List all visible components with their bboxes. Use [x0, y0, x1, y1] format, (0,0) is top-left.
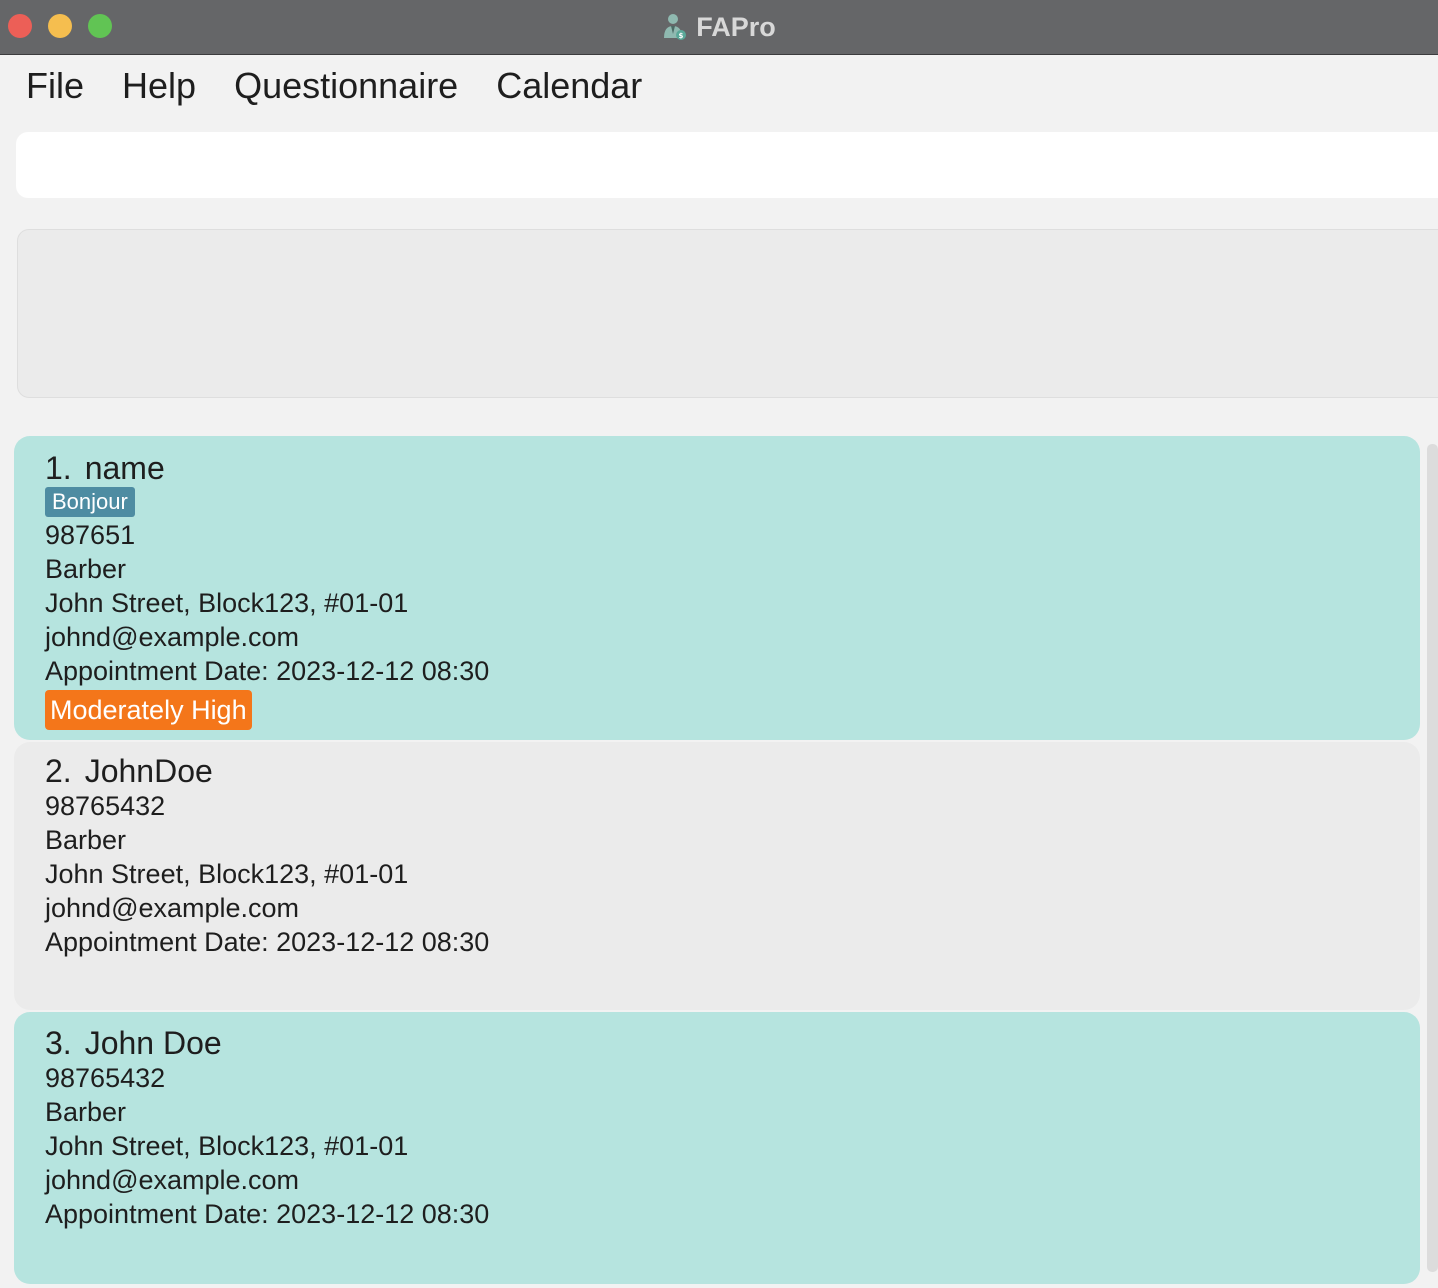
person-card[interactable]: 2. JohnDoe 98765432 Barber John Street, B…	[14, 742, 1420, 1010]
menu-help[interactable]: Help	[103, 65, 215, 107]
person-appointment: Appointment Date: 2023-12-12 08:30	[45, 1199, 490, 1229]
person-address: John Street, Block123, #01-01	[45, 588, 409, 618]
person-name: JohnDoe	[84, 753, 213, 789]
person-card[interactable]: 3. John Doe 98765432 Barber John Street, …	[14, 1012, 1420, 1284]
menu-file[interactable]: File	[0, 65, 103, 107]
person-occupation: Barber	[45, 1097, 127, 1127]
command-input[interactable]	[16, 132, 1438, 198]
person-address: John Street, Block123, #01-01	[45, 859, 409, 889]
title-bar: $ FAPro	[0, 0, 1438, 55]
person-name-line: 1. name	[45, 450, 1420, 486]
person-tag: Bonjour	[45, 487, 135, 517]
menu-bar: File Help Questionnaire Calendar	[0, 55, 1438, 117]
person-name: John Doe	[84, 1025, 222, 1061]
person-name-line: 3. John Doe	[45, 1025, 1420, 1061]
person-occupation: Barber	[45, 825, 127, 855]
person-email: johnd@example.com	[45, 893, 300, 923]
menu-calendar[interactable]: Calendar	[477, 65, 661, 107]
person-email: johnd@example.com	[45, 1165, 300, 1195]
menu-questionnaire[interactable]: Questionnaire	[215, 65, 477, 107]
person-name-line: 2. JohnDoe	[45, 753, 1420, 789]
person-index: 1.	[45, 450, 72, 486]
risk-level-badge: Moderately High	[45, 690, 252, 730]
person-email: johnd@example.com	[45, 622, 300, 652]
list-scrollbar[interactable]	[1427, 444, 1438, 1272]
person-phone: 987651	[45, 520, 136, 550]
app-logo-icon: $	[664, 14, 687, 40]
app-title-text: FAPro	[696, 11, 776, 42]
person-occupation: Barber	[45, 554, 127, 584]
person-address: John Street, Block123, #01-01	[45, 1131, 409, 1161]
person-index: 3.	[45, 1025, 72, 1061]
person-appointment: Appointment Date: 2023-12-12 08:30	[45, 927, 490, 957]
result-display	[17, 229, 1438, 398]
person-name: name	[84, 450, 165, 486]
person-phone: 98765432	[45, 1063, 166, 1093]
tag-row: Bonjour	[45, 486, 1420, 518]
person-index: 2.	[45, 753, 72, 789]
person-card[interactable]: 1. name Bonjour 987651 Barber John Street…	[14, 436, 1420, 740]
window-title: $ FAPro	[0, 0, 1438, 54]
person-phone: 98765432	[45, 791, 166, 821]
person-appointment: Appointment Date: 2023-12-12 08:30	[45, 656, 490, 686]
svg-text:$: $	[679, 32, 684, 40]
